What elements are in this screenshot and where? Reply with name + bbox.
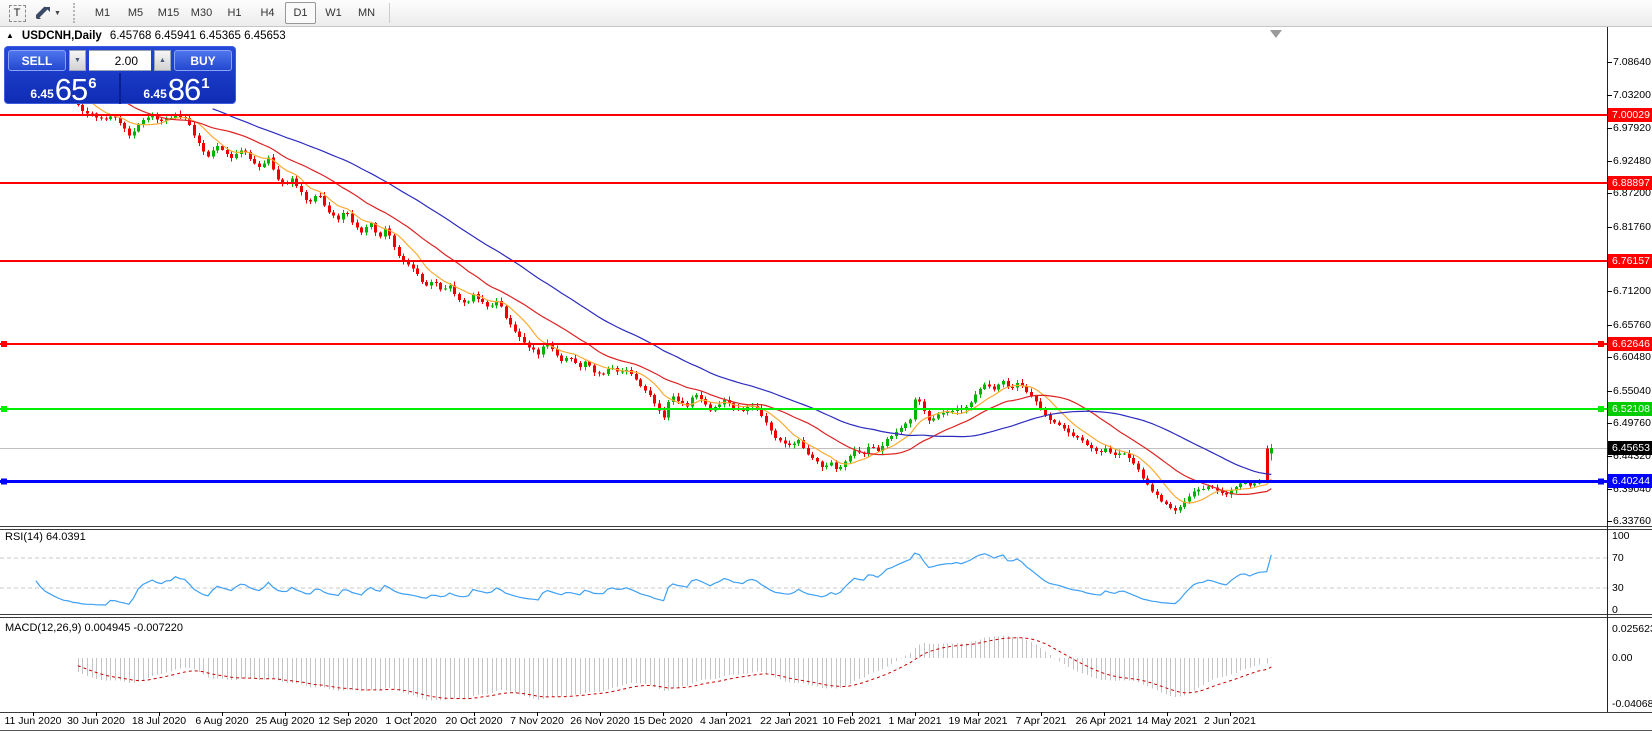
timeframe-button-m30[interactable]: M30 <box>186 2 217 24</box>
timeframe-button-m5[interactable]: M5 <box>120 2 151 24</box>
text-tool-icon: T <box>9 5 26 22</box>
volume-increase-button[interactable]: ▲ <box>154 50 171 71</box>
price-line-badge: 6.62646 <box>1608 337 1652 351</box>
date-label: 14 May 2021 <box>1137 715 1198 727</box>
timeframe-button-w1[interactable]: W1 <box>318 2 349 24</box>
chart-title-row: ▲ USDCNH,Daily 6.45768 6.45941 6.45365 6… <box>6 30 286 42</box>
toolbar-separator <box>389 3 390 23</box>
date-label: 15 Dec 2020 <box>633 715 693 727</box>
sell-button[interactable]: SELL <box>8 50 66 71</box>
macd-scale-label: 0.025623 <box>1612 623 1652 635</box>
date-label: 19 Mar 2021 <box>949 715 1008 727</box>
volume-input[interactable] <box>89 50 151 71</box>
price-tick-label: 6.81760 <box>1613 221 1651 233</box>
date-label: 26 Apr 2021 <box>1076 715 1133 727</box>
symbol-period-label: USDCNH,Daily <box>22 30 102 42</box>
date-label: 10 Feb 2021 <box>823 715 882 727</box>
sell-price-display: 6.45 65 6 <box>8 73 121 104</box>
price-tick-label: 6.71200 <box>1613 285 1651 297</box>
mt4-window: T ▼ M1M5M15M30H1H4D1W1MN ▲ USDCNH,Daily … <box>0 0 1652 735</box>
price-tick-label: 6.55040 <box>1613 385 1651 397</box>
text-label-tool-button[interactable]: T <box>4 2 30 24</box>
price-line-badge: 6.76157 <box>1608 254 1652 268</box>
dropdown-caret-icon: ▼ <box>54 10 61 17</box>
rsi-indicator-label: RSI(14) 64.0391 <box>5 531 86 543</box>
date-label: 25 Aug 2020 <box>256 715 315 727</box>
spinner-down-icon: ▼ <box>74 57 81 64</box>
date-label: 11 Jun 2020 <box>4 715 61 727</box>
rsi-scale-label: 100 <box>1612 530 1630 542</box>
macd-indicator-label: MACD(12,26,9) 0.004945 -0.007220 <box>5 622 183 634</box>
date-label: 7 Apr 2021 <box>1016 715 1067 727</box>
date-label: 1 Oct 2020 <box>385 715 436 727</box>
buy-button[interactable]: BUY <box>174 50 232 71</box>
sell-price-big: 65 <box>55 76 87 104</box>
timeframe-button-mn[interactable]: MN <box>351 2 382 24</box>
buy-price-pip: 1 <box>201 75 209 92</box>
price-line-badge: 6.88897 <box>1608 176 1652 190</box>
volume-decrease-button[interactable]: ▼ <box>69 50 86 71</box>
price-line-badge: 7.00029 <box>1608 108 1652 122</box>
timeframe-button-m1[interactable]: M1 <box>87 2 118 24</box>
buy-price-prefix: 6.45 <box>143 87 166 101</box>
price-tick-label: 6.60480 <box>1613 351 1651 363</box>
sell-price-pip: 6 <box>88 75 96 92</box>
sell-price-prefix: 6.45 <box>30 87 53 101</box>
price-tick-label: 7.08640 <box>1613 56 1651 68</box>
price-line-badge: 6.40244 <box>1608 474 1652 488</box>
spinner-up-icon: ▲ <box>159 57 166 64</box>
date-label: 26 Nov 2020 <box>570 715 630 727</box>
price-tick-label: 6.33760 <box>1613 515 1651 527</box>
macd-scale-label: 0.00 <box>1612 652 1632 664</box>
rsi-scale-label: 30 <box>1612 582 1624 594</box>
toolbar-grip <box>73 3 81 23</box>
date-label: 1 Mar 2021 <box>888 715 941 727</box>
price-line-badge: 6.45653 <box>1608 441 1652 455</box>
price-line-badge: 6.52108 <box>1608 402 1652 416</box>
rsi-scale-label: 70 <box>1612 552 1624 564</box>
date-label: 18 Jul 2020 <box>132 715 186 727</box>
timeframe-button-h1[interactable]: H1 <box>219 2 250 24</box>
buy-price-display: 6.45 86 1 <box>121 73 232 104</box>
price-tick-label: 7.03200 <box>1613 89 1651 101</box>
date-label: 6 Aug 2020 <box>195 715 248 727</box>
cursor-mode-button[interactable]: ▼ <box>30 2 66 24</box>
top-toolbar: T ▼ M1M5M15M30H1H4D1W1MN <box>0 0 1652 27</box>
timeframe-button-m15[interactable]: M15 <box>153 2 184 24</box>
date-label: 7 Nov 2020 <box>510 715 564 727</box>
timeframe-button-h4[interactable]: H4 <box>252 2 283 24</box>
timeframe-button-d1[interactable]: D1 <box>285 2 316 24</box>
rsi-scale-label: 0 <box>1612 604 1618 616</box>
price-tick-label: 6.92480 <box>1613 155 1651 167</box>
date-label: 20 Oct 2020 <box>445 715 502 727</box>
buy-price-big: 86 <box>168 76 200 104</box>
one-click-trading-panel: SELL ▼ ▲ BUY 6.45 65 6 6.45 86 1 <box>4 46 236 104</box>
date-label: 4 Jan 2021 <box>700 715 752 727</box>
price-tick-label: 6.97920 <box>1613 122 1651 134</box>
price-tick-label: 6.65760 <box>1613 319 1651 331</box>
price-tick-label: 6.49760 <box>1613 417 1651 429</box>
date-label: 2 Jun 2021 <box>1204 715 1256 727</box>
macd-scale-label: -0.040687 <box>1612 698 1652 710</box>
chart-canvas[interactable] <box>0 0 1652 735</box>
one-click-toggle-icon[interactable]: ▲ <box>6 31 14 41</box>
timeframe-button-group: M1M5M15M30H1H4D1W1MN <box>86 2 383 24</box>
double-arrow-icon <box>35 6 51 20</box>
date-label: 12 Sep 2020 <box>318 715 378 727</box>
date-label: 22 Jan 2021 <box>760 715 818 727</box>
ohlc-quote-label: 6.45768 6.45941 6.45365 6.45653 <box>110 30 286 42</box>
date-label: 30 Jun 2020 <box>67 715 125 727</box>
